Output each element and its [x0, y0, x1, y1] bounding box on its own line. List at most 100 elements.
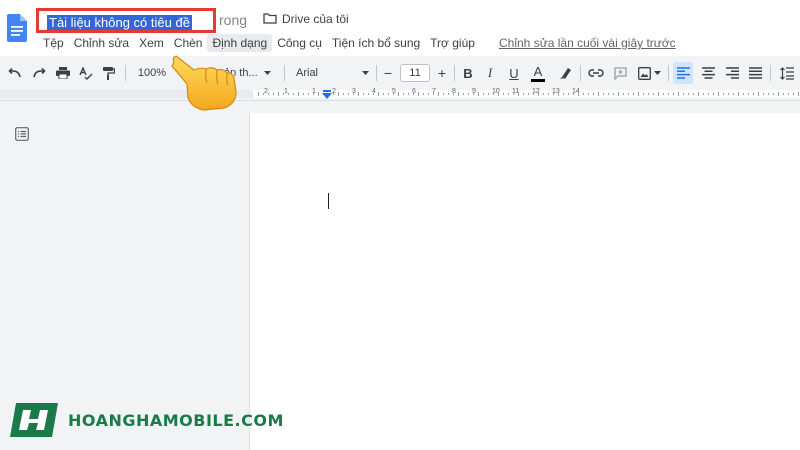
menu-item[interactable]: Công cụ	[272, 34, 327, 52]
italic-label: I	[487, 65, 493, 80]
align-right-button[interactable]	[722, 59, 742, 87]
insert-link-button[interactable]	[586, 59, 606, 87]
add-comment-button[interactable]	[611, 59, 629, 87]
ruler-tick	[483, 93, 484, 95]
increase-font-label: +	[437, 65, 447, 81]
ruler-tick	[438, 92, 439, 96]
ruler-tick	[593, 93, 594, 95]
line-spacing-icon	[780, 66, 794, 80]
italic-button[interactable]: I	[482, 59, 498, 87]
redo-button[interactable]	[30, 59, 48, 87]
underline-button[interactable]: U	[506, 59, 522, 87]
ruler-tick	[783, 93, 784, 95]
indent-marker-icon[interactable]	[322, 90, 332, 99]
ruler-tick	[778, 92, 779, 96]
bold-button[interactable]: B	[460, 59, 476, 87]
ruler-tick	[703, 93, 704, 95]
ruler-tick	[563, 93, 564, 95]
align-justify-button[interactable]	[745, 59, 765, 87]
menu-item[interactable]: Tiện ích bổ sung	[327, 34, 425, 52]
document-title-input[interactable]: Tài liệu không có tiêu đề	[36, 8, 216, 33]
ruler-tick	[688, 93, 689, 95]
ruler-tick	[553, 93, 554, 95]
last-edit-link[interactable]: Chỉnh sửa lần cuối vài giây trước	[499, 36, 676, 50]
ruler-tick	[698, 92, 699, 96]
font-select[interactable]: Arial	[292, 59, 372, 87]
ruler-tick	[653, 93, 654, 95]
ruler-tick	[788, 93, 789, 95]
zoom-select[interactable]: 100%	[132, 59, 172, 87]
insert-image-button[interactable]	[635, 59, 663, 87]
print-button[interactable]	[54, 59, 72, 87]
toolbar-divider	[284, 65, 285, 81]
folder-icon[interactable]	[263, 13, 277, 24]
ruler-tick	[548, 93, 549, 95]
drive-location-label[interactable]: Drive của tôi	[282, 12, 349, 26]
ruler-tick	[288, 93, 289, 95]
align-center-button[interactable]	[698, 59, 718, 87]
ruler-tick	[363, 93, 364, 95]
ruler-tick	[728, 93, 729, 95]
underline-label: U	[509, 65, 519, 81]
increase-font-button[interactable]: +	[434, 59, 450, 87]
ruler-tick	[723, 93, 724, 95]
text-color-button[interactable]: A	[529, 59, 547, 87]
image-icon	[637, 66, 651, 80]
ruler-tick	[543, 93, 544, 95]
ruler-tick	[538, 92, 539, 96]
paint-format-button[interactable]	[100, 59, 118, 87]
document-title-text: Tài liệu không có tiêu đề	[47, 15, 192, 30]
toolbar-divider	[668, 65, 669, 81]
ruler-tick	[573, 93, 574, 95]
ruler-tick	[408, 93, 409, 95]
ruler-tick	[488, 93, 489, 95]
ruler-tick	[578, 92, 579, 96]
ruler[interactable]: 2 1 1 2 3 4 5 6 7 8 9 10 11 12 13 14	[0, 88, 800, 101]
ruler-tick	[683, 93, 684, 95]
toolbar-divider	[125, 65, 126, 81]
outline-icon[interactable]	[15, 127, 29, 141]
highlight-color-button[interactable]	[556, 59, 574, 87]
menu-item[interactable]: Xem	[134, 34, 169, 52]
spellcheck-button[interactable]	[77, 59, 95, 87]
ruler-tick	[508, 93, 509, 95]
menu-item[interactable]: Trợ giúp	[425, 34, 480, 52]
ruler-tick	[453, 93, 454, 95]
title-overflow-text: rong	[219, 12, 248, 28]
ruler-tick	[558, 92, 559, 96]
decrease-font-label: −	[383, 65, 393, 81]
ruler-tick	[588, 93, 589, 95]
ruler-tick	[518, 92, 519, 96]
ruler-tick	[258, 92, 259, 96]
menu-item[interactable]: Tệp	[38, 34, 69, 52]
ruler-tick	[278, 92, 279, 96]
ruler-tick	[308, 93, 309, 95]
toolbar-divider	[454, 65, 455, 81]
font-size-value: 11	[400, 64, 430, 82]
ruler-tick	[368, 93, 369, 95]
ruler-tick	[763, 93, 764, 95]
ruler-tick	[613, 93, 614, 95]
document-page[interactable]	[249, 113, 800, 450]
align-left-icon	[676, 67, 690, 79]
ruler-tick	[633, 93, 634, 95]
ruler-tick	[648, 93, 649, 95]
ruler-tick	[718, 92, 719, 96]
ruler-tick	[533, 93, 534, 95]
docs-logo-icon[interactable]	[7, 14, 27, 42]
decrease-font-button[interactable]: −	[380, 59, 396, 87]
align-left-button[interactable]	[673, 62, 693, 84]
ruler-tick	[403, 93, 404, 95]
ruler-tick	[313, 93, 314, 95]
align-justify-icon	[748, 67, 762, 79]
undo-button[interactable]	[6, 59, 24, 87]
ruler-tick	[603, 93, 604, 95]
dropdown-arrow-icon	[362, 71, 369, 75]
ruler-tick	[333, 93, 334, 95]
ruler-tick	[528, 93, 529, 95]
line-spacing-button[interactable]	[777, 59, 797, 87]
paint-format-icon	[103, 66, 115, 80]
font-size-input[interactable]: 11	[399, 59, 431, 87]
link-icon	[588, 69, 604, 77]
menu-item[interactable]: Chỉnh sửa	[69, 34, 134, 52]
